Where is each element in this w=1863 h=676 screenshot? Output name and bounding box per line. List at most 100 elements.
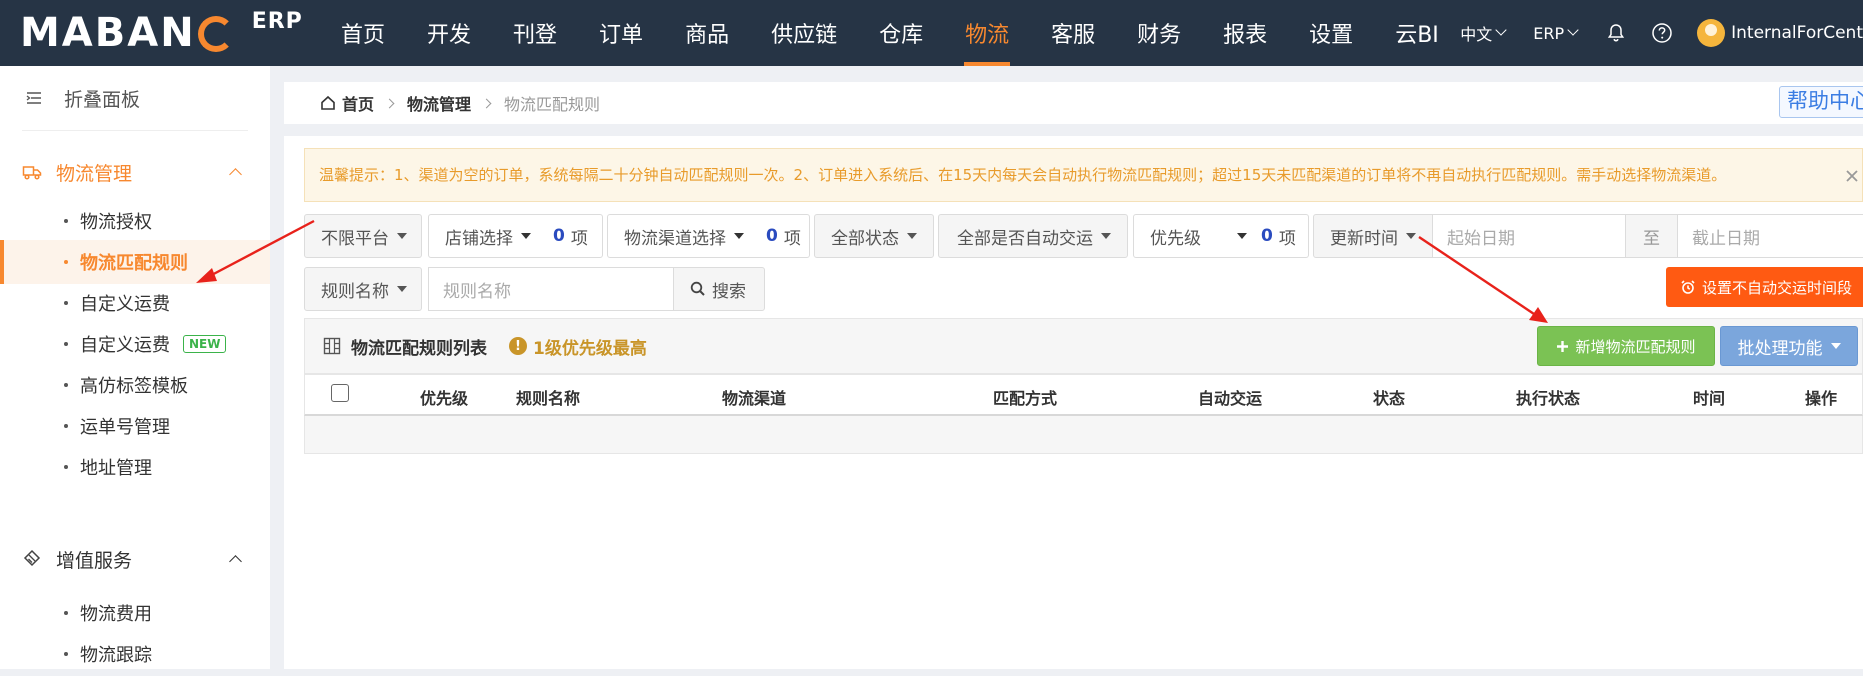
channel-count: 0 — [766, 226, 778, 246]
nav-item-7[interactable]: 物流 — [944, 0, 1030, 66]
nav-item-0[interactable]: 首页 — [320, 0, 406, 66]
breadcrumb-current: 物流匹配规则 — [504, 95, 601, 114]
caret-down-icon — [907, 233, 917, 239]
bullet-dot-icon — [64, 465, 68, 469]
set-no-auto-ship-button[interactable]: 设置不自动交运时间段 — [1666, 267, 1863, 307]
sidebar-group-logistics[interactable]: 物流管理 — [0, 150, 270, 194]
sidebar-item-label: 物流费用 — [80, 604, 152, 625]
col-auto-ship[interactable]: 自动交运 — [1198, 385, 1262, 409]
platform-label: 不限平台 — [321, 228, 389, 249]
close-icon[interactable] — [1844, 168, 1860, 184]
shop-select[interactable]: 店铺选择 0 项 — [428, 214, 603, 258]
rule-table-header: 优先级 规则名称 物流渠道 匹配方式 自动交运 状态 执行状态 时间 操作 — [304, 374, 1863, 416]
divider — [22, 130, 248, 131]
col-actions: 操作 — [1805, 389, 1838, 408]
col-rule-name[interactable]: 规则名称 — [516, 385, 580, 409]
sidebar-group-value-added[interactable]: 增值服务 — [0, 537, 270, 581]
breadcrumb-logistics[interactable]: 物流管理 — [407, 91, 471, 115]
chevron-down-icon — [1495, 24, 1507, 36]
rule-name-select[interactable]: 规则名称 — [304, 267, 422, 311]
caret-down-icon — [397, 286, 407, 292]
bullet-dot-icon — [64, 611, 68, 615]
menu-collapse-icon — [26, 92, 41, 104]
breadcrumb-home[interactable]: 首页 — [342, 91, 374, 115]
bullet-dot-icon — [64, 383, 68, 387]
col-time[interactable]: 时间 — [1693, 385, 1725, 409]
sidebar-item-0-6[interactable]: 地址管理 — [0, 445, 270, 489]
plus-icon — [1557, 340, 1569, 352]
priority-select[interactable]: 优先级 0 项 — [1133, 214, 1309, 258]
shop-label: 店铺选择 — [445, 228, 513, 249]
add-rule-button[interactable]: 新增物流匹配规则 — [1537, 326, 1715, 366]
avatar[interactable] — [1697, 19, 1726, 47]
logo-text: MABAN — [20, 10, 196, 56]
sidebar-item-label: 高仿标签模板 — [80, 376, 188, 397]
col-channel[interactable]: 物流渠道 — [722, 385, 786, 409]
nav-item-8[interactable]: 客服 — [1030, 0, 1116, 66]
priority-count: 0 — [1261, 226, 1273, 246]
mabang-logo[interactable]: MABAN ERP — [20, 8, 303, 58]
sidebar-item-0-5[interactable]: 运单号管理 — [0, 404, 270, 448]
sidebar-item-0-3[interactable]: 自定义运费 NEW — [0, 322, 270, 366]
sidebar-group-label: 增值服务 — [56, 549, 133, 572]
sidebar-item-label: 自定义运费 — [80, 335, 170, 356]
help-circle-icon[interactable] — [1651, 22, 1673, 44]
unit-label: 项 — [1278, 228, 1296, 249]
batch-process-button[interactable]: 批处理功能 — [1720, 326, 1858, 366]
username[interactable]: InternalForCent — [1731, 23, 1863, 43]
sidebar-item-1-1[interactable]: 物流跟踪 — [0, 632, 270, 676]
sidebar-item-0-1[interactable]: 物流匹配规则 — [0, 240, 270, 284]
sidebar-item-1-0[interactable]: 物流费用 — [0, 591, 270, 635]
bullet-dot-icon — [64, 424, 68, 428]
start-date-input[interactable]: 起始日期 — [1432, 214, 1626, 258]
status-select[interactable]: 全部状态 — [814, 214, 934, 258]
nav-item-10[interactable]: 报表 — [1202, 0, 1288, 66]
nav-item-6[interactable]: 仓库 — [858, 0, 944, 66]
search-button[interactable]: 搜索 — [673, 267, 765, 311]
chevron-right-icon — [384, 98, 395, 108]
caret-down-icon — [1101, 233, 1111, 239]
diamond-icon — [23, 549, 41, 567]
nav-item-1[interactable]: 开发 — [406, 0, 492, 66]
channel-select[interactable]: 物流渠道选择 0 项 — [607, 214, 810, 258]
col-priority[interactable]: 优先级 — [420, 385, 468, 409]
bullet-dot-icon — [64, 219, 68, 223]
auto-ship-label: 全部是否自动交运 — [957, 228, 1093, 249]
nav-item-9[interactable]: 财务 — [1116, 0, 1202, 66]
bullet-dot-icon — [64, 652, 68, 656]
rule-name-input[interactable]: 规则名称 — [428, 267, 674, 311]
sidebar-item-label: 运单号管理 — [80, 417, 170, 438]
chevron-up-icon — [229, 168, 242, 181]
rule-name-select-label: 规则名称 — [321, 281, 389, 302]
sidebar-item-0-4[interactable]: 高仿标签模板 — [0, 363, 270, 407]
platform-select[interactable]: 不限平台 — [304, 214, 422, 258]
col-status[interactable]: 状态 — [1373, 385, 1405, 409]
nav-item-5[interactable]: 供应链 — [750, 0, 858, 66]
update-time-select[interactable]: 更新时间 — [1313, 214, 1433, 258]
sidebar-item-label: 地址管理 — [80, 458, 152, 479]
nav-item-12[interactable]: 云BI — [1374, 0, 1460, 66]
col-match-mode[interactable]: 匹配方式 — [993, 385, 1057, 409]
end-date-input[interactable]: 截止日期 — [1677, 214, 1863, 258]
sidebar-item-0-2[interactable]: 自定义运费 — [0, 281, 270, 325]
nav-item-11[interactable]: 设置 — [1288, 0, 1374, 66]
nav-item-4[interactable]: 商品 — [664, 0, 750, 66]
auto-ship-select[interactable]: 全部是否自动交运 — [938, 214, 1128, 258]
bullet-dot-icon — [64, 301, 68, 305]
system-select[interactable]: ERP — [1533, 24, 1579, 43]
bell-icon[interactable] — [1605, 22, 1627, 44]
help-center-button[interactable]: 帮助中心 — [1779, 86, 1863, 118]
select-all-checkbox[interactable] — [331, 384, 349, 402]
nav-item-3[interactable]: 订单 — [578, 0, 664, 66]
col-exec-status[interactable]: 执行状态 — [1516, 385, 1580, 409]
language-select[interactable]: 中文 — [1460, 21, 1507, 45]
bullet-dot-icon — [64, 342, 68, 346]
sidebar: 折叠面板 物流管理 物流授权 物流匹配规则 自定义运费 自定义运费 NEW 高仿标签模板运… — [0, 66, 270, 669]
nav-item-2[interactable]: 刊登 — [492, 0, 578, 66]
table-empty-row — [304, 416, 1863, 454]
sidebar-item-0-0[interactable]: 物流授权 — [0, 199, 270, 243]
priority-note: 1级优先级最高 — [533, 338, 647, 359]
main-nav: 首页 开发 刊登 订单 商品 供应链 仓库 物流 客服 财务 报表 设置 云BI — [320, 0, 1460, 66]
top-navbar: MABAN ERP 首页 开发 刊登 订单 商品 供应链 仓库 物流 客服 财务 报表 设置 云BI 中文… — [0, 0, 1863, 66]
collapse-panel-button[interactable]: 折叠面板 — [0, 66, 270, 131]
